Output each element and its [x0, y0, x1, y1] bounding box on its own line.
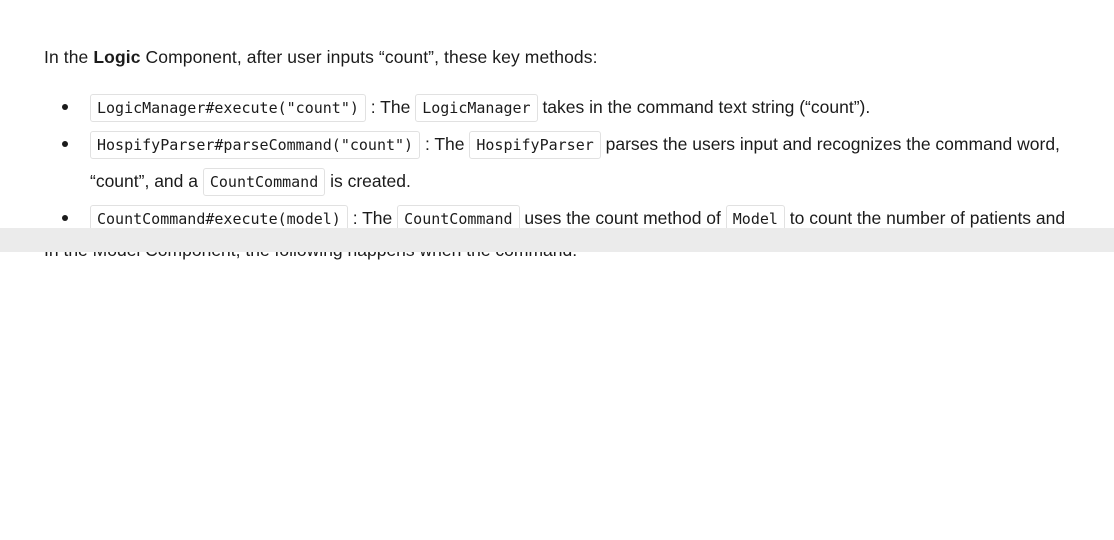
description-text-3: uses the count method of — [519, 208, 726, 228]
code-chip-count-command-created: CountCommand — [202, 168, 326, 196]
intro-paragraph: In the Logic Component, after user input… — [0, 18, 1114, 72]
next-section-partial-line: In the Model Component, the following ha… — [0, 252, 1114, 268]
description-text-2-end: is created. — [325, 171, 411, 191]
intro-text-before-bold: In the — [44, 46, 94, 67]
code-chip-count-command: CountCommand — [397, 205, 520, 228]
list-item-logic-manager-execute: LogicManager#execute("count") : The Logi… — [0, 89, 1114, 126]
separator-text-3: : The — [347, 208, 398, 228]
document-body-lower: HospifyParser#parseCommand("count") : Th… — [0, 252, 1114, 285]
separator-text-2: : The — [420, 134, 470, 154]
code-chip-hospify-parser-parse-command: HospifyParser#parseCommand("count") — [90, 131, 421, 159]
code-chip-hospify-parser: HospifyParser — [469, 131, 601, 159]
intro-bold-term: Logic — [93, 46, 141, 67]
key-methods-list: LogicManager#execute("count") : The Logi… — [0, 89, 1114, 228]
description-text-1: takes in the command text string (“count… — [537, 97, 871, 117]
document-pane-upper[interactable]: In the Logic Component, after user input… — [0, 0, 1114, 228]
document-pane-lower[interactable]: HospifyParser#parseCommand("count") : Th… — [0, 252, 1114, 540]
seam-band — [0, 228, 1114, 252]
code-chip-logic-manager-execute: LogicManager#execute("count") — [90, 94, 366, 122]
intro-text-after-bold: Component, after user inputs “count”, th… — [140, 46, 598, 67]
code-chip-model: Model — [725, 205, 785, 228]
scroll-tear-seam — [0, 228, 1114, 252]
list-item-hospify-parser-parse-command: HospifyParser#parseCommand("count") : Th… — [0, 126, 1114, 200]
separator-text-1: : The — [365, 97, 416, 117]
list-item-count-command-execute: CountCommand#execute(model) : The CountC… — [0, 200, 1114, 228]
code-chip-logic-manager: LogicManager — [415, 94, 538, 122]
document-body-upper: In the Logic Component, after user input… — [0, 0, 1114, 228]
code-chip-count-command-execute: CountCommand#execute(model) — [90, 205, 348, 228]
